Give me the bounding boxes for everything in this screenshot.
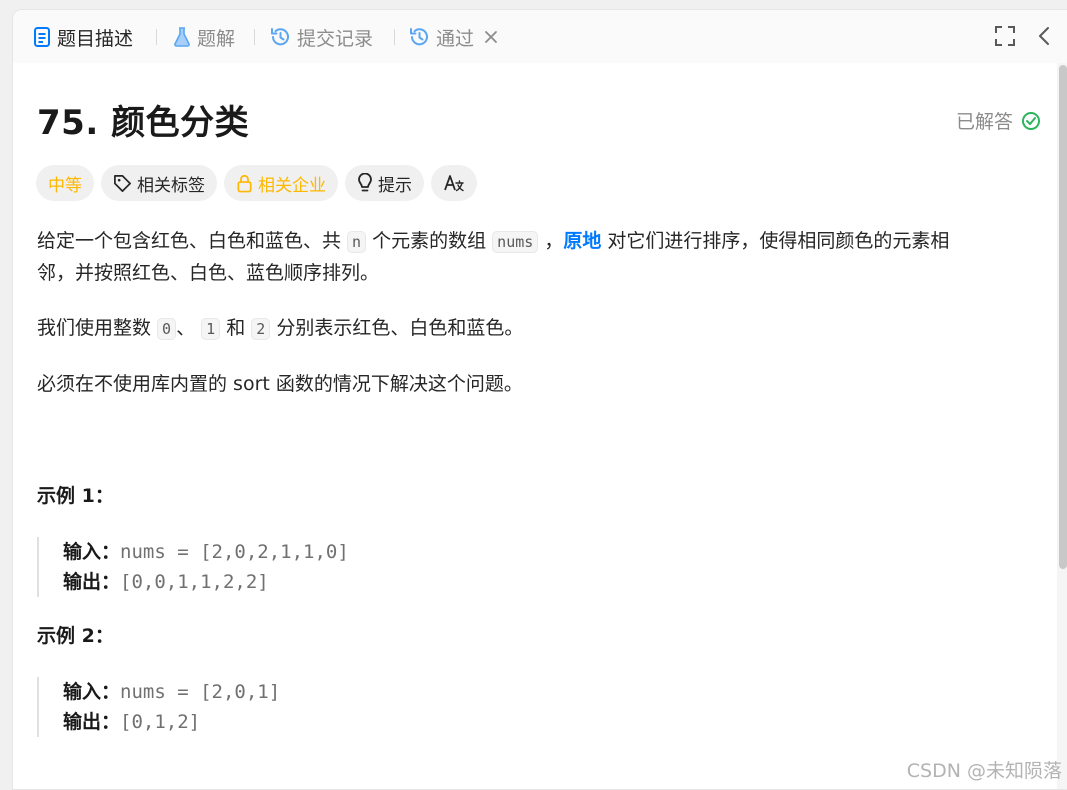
watermark: CSDN @未知陨落 [906,760,1062,782]
status-label: 已解答 [956,111,1014,133]
input-label: 输入： [63,681,121,703]
tab-divider [254,29,255,45]
related-companies-button[interactable]: 相关企业 [224,165,338,201]
translate-icon [444,175,464,192]
difficulty-badge: 中等 [36,165,94,201]
output-value: [0,1,2] [120,711,201,733]
history-icon [271,28,289,46]
example-block: 输入：nums = [2,0,1] 输出：[0,1,2] [37,677,280,737]
tab-divider [394,29,395,45]
text-span: 对它们进行排序，使得相同颜色的元素相 [601,230,950,252]
close-icon[interactable] [484,30,498,44]
tab-submissions[interactable]: 提交记录 [269,22,373,52]
text-span: 分别表示红色、白色和蓝色。 [270,317,524,339]
tag-icon [114,174,131,192]
problem-panel: 题目描述 题解 提交记录 通过 75. 颜色分类 已解答 中等 相关标签 相关企… [12,9,1067,790]
scrollbar[interactable] [1057,63,1067,789]
tab-divider [156,29,157,45]
inline-code: 0 [157,318,177,340]
text-span: 给定一个包含红色、白色和蓝色、共 [37,230,348,252]
output-value: [0,0,1,1,2,2] [120,571,269,593]
scrollbar-thumb[interactable] [1059,65,1067,569]
history-icon [410,28,428,46]
inline-code: 1 [201,318,221,340]
chevron-left-icon[interactable] [1037,25,1051,47]
tab-label: 通过 [436,27,475,50]
input-value: nums = [2,0,1] [120,681,281,703]
input-value: nums = [2,0,2,1,1,0] [120,541,349,563]
description-paragraph: 给定一个包含红色、白色和蓝色、共 n 个元素的数组 nums ，原地 对它们进行… [37,226,949,258]
bulb-icon [358,173,372,192]
inline-code: n [347,231,367,253]
hint-button[interactable]: 提示 [345,165,424,201]
description-paragraph: 我们使用整数 0、 1 和 2 分别表示红色、白色和蓝色。 [37,313,523,345]
example-block: 输入：nums = [2,0,2,1,1,0] 输出：[0,0,1,1,2,2] [37,537,349,597]
example-title: 示例 1： [37,485,114,507]
tag-row: 中等 相关标签 相关企业 提示 [36,165,484,201]
check-circle-icon [1022,111,1041,130]
inline-code: 2 [251,318,271,340]
solved-status: 已解答 [956,107,1041,134]
tab-description[interactable]: 题目描述 [33,22,133,52]
text-span: 我们使用整数 [37,317,158,339]
tab-label: 题解 [197,27,236,50]
tab-bar: 题目描述 题解 提交记录 通过 [13,10,1067,63]
inline-code: nums [492,231,539,253]
example-title: 示例 2： [37,625,114,647]
input-label: 输入： [63,541,121,563]
tab-solutions[interactable]: 题解 [173,22,235,52]
difficulty-label: 中等 [48,175,82,196]
tag-label: 相关企业 [258,175,326,196]
output-label: 输出： [63,711,121,733]
text-span: ， [538,230,564,252]
tag-label: 相关标签 [137,175,205,196]
in-place-emphasis: 原地 [563,230,602,252]
output-label: 输出： [63,571,121,593]
text-span: 个元素的数组 [366,230,493,252]
tab-accepted[interactable]: 通过 [408,22,504,52]
text-span: 和 [220,317,252,339]
tab-label: 题目描述 [57,27,134,50]
flask-icon [174,27,190,47]
translate-button[interactable] [431,165,477,201]
document-icon [34,27,50,47]
description-paragraph: 必须在不使用库内置的 sort 函数的情况下解决这个问题。 [37,373,523,395]
tab-label: 提交记录 [297,27,374,50]
description-paragraph: 邻，并按照红色、白色、蓝色顺序排列。 [37,262,380,284]
page-title: 75. 颜色分类 [37,103,250,143]
tag-label: 提示 [378,175,412,196]
text-span: 、 [176,317,202,339]
related-tags-button[interactable]: 相关标签 [101,165,217,201]
lock-icon [237,174,252,192]
fullscreen-icon[interactable] [994,25,1016,47]
